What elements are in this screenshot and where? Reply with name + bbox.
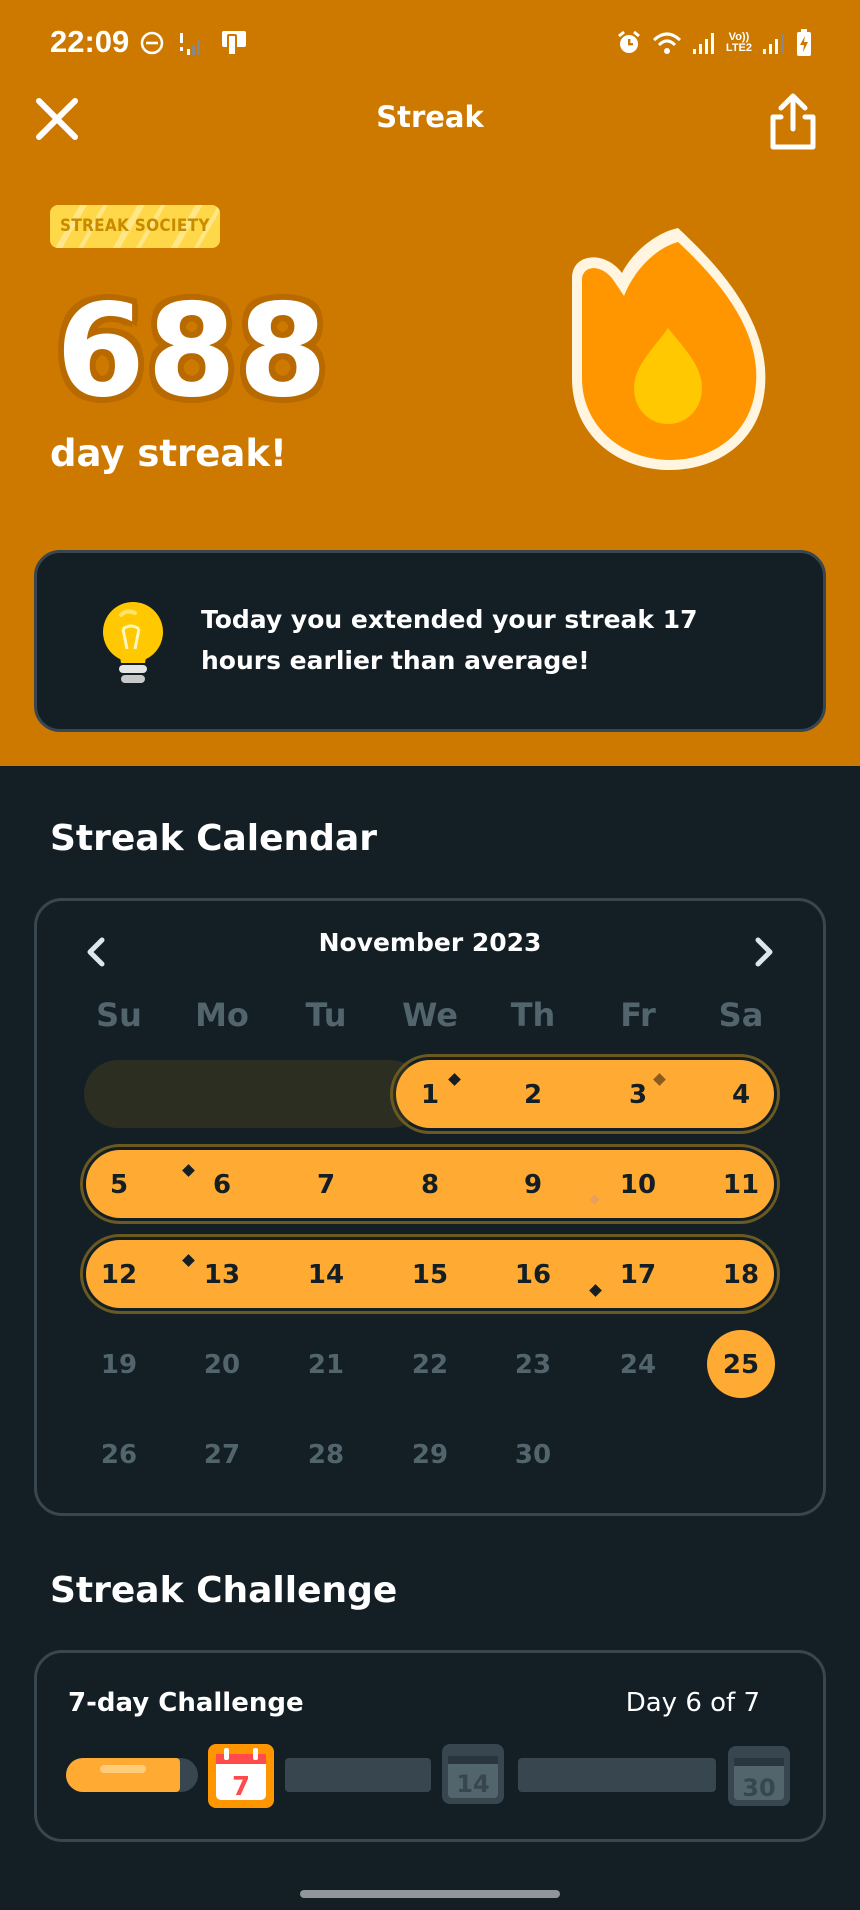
- calendar-day[interactable]: 20: [182, 1350, 262, 1380]
- calendar-day[interactable]: 23: [493, 1350, 573, 1380]
- calendar-day[interactable]: 29: [390, 1440, 470, 1470]
- calendar-day[interactable]: 3: [598, 1080, 678, 1110]
- calendar-day[interactable]: 24: [598, 1350, 678, 1380]
- calendar-day[interactable]: 6: [182, 1170, 262, 1200]
- calendar-day[interactable]: 10: [598, 1170, 678, 1200]
- milestone-label: 30: [742, 1774, 775, 1802]
- weekday-label: Tu: [305, 996, 347, 1034]
- calendar-day[interactable]: 14: [286, 1260, 366, 1290]
- calendar-day-today[interactable]: 25: [701, 1350, 781, 1380]
- alarm-icon: [617, 30, 640, 53]
- calendar-day[interactable]: 2: [493, 1080, 573, 1110]
- milestone-label: 14: [456, 1770, 489, 1798]
- calendar-empty-bar: [84, 1060, 424, 1128]
- calendar-day[interactable]: 7: [286, 1170, 366, 1200]
- calendar-day[interactable]: 15: [390, 1260, 470, 1290]
- challenge-progress-segment: [285, 1758, 431, 1792]
- calendar-day[interactable]: 17: [598, 1260, 678, 1290]
- challenge-progress-segment: [518, 1758, 716, 1792]
- weekday-label: Th: [510, 996, 556, 1034]
- calendar-day[interactable]: 4: [701, 1080, 781, 1110]
- flame-icon: [572, 228, 766, 470]
- calendar-day[interactable]: 13: [182, 1260, 262, 1290]
- calendar-day[interactable]: 8: [390, 1170, 470, 1200]
- calendar-day[interactable]: 28: [286, 1440, 366, 1470]
- calendar-day[interactable]: 11: [701, 1170, 781, 1200]
- do-not-disturb-icon: [140, 31, 164, 55]
- weekday-label: Mo: [195, 996, 249, 1034]
- no-signal-icon: [180, 33, 200, 55]
- share-icon: [770, 93, 816, 150]
- tip-text: Today you extended your streak 17 hours …: [201, 605, 698, 675]
- calendar-month: November 2023: [318, 928, 542, 957]
- signal-icon: [763, 33, 784, 54]
- calendar-day[interactable]: 19: [79, 1350, 159, 1380]
- calendar-day[interactable]: 12: [79, 1260, 159, 1290]
- calendar-day[interactable]: 30: [493, 1440, 573, 1470]
- status-bar: 22:09 Vo)) LTE2: [0, 0, 860, 86]
- calendar-milestone-icon: 7: [208, 1744, 274, 1808]
- home-indicator[interactable]: [300, 1890, 560, 1898]
- weekday-label: Su: [96, 996, 142, 1034]
- device-icon: [222, 31, 246, 56]
- progress-highlight: [100, 1765, 146, 1773]
- calendar-day[interactable]: 21: [286, 1350, 366, 1380]
- calendar-day[interactable]: 9: [493, 1170, 573, 1200]
- status-time: 22:09: [50, 24, 130, 59]
- calendar-milestone-icon: 14: [442, 1744, 504, 1804]
- weekday-label: Sa: [718, 996, 764, 1034]
- calendar-milestone-icon: 30: [728, 1746, 790, 1806]
- streak-label: day streak!: [50, 432, 287, 475]
- weekday-label: We: [402, 996, 458, 1034]
- signal-icon: [692, 33, 714, 54]
- page-title: Streak: [376, 100, 484, 134]
- challenge-progress-fill: [66, 1758, 180, 1792]
- tip-card: Today you extended your streak 17 hours …: [34, 550, 826, 732]
- streak-count: 688: [56, 277, 330, 426]
- calendar-day[interactable]: 16: [493, 1260, 573, 1290]
- battery-charging-icon: [797, 29, 811, 56]
- status-right-icons: Vo)) LTE2: [616, 26, 812, 60]
- streak-society-badge: STREAK SOCIETY: [50, 205, 220, 248]
- milestone-label: 7: [232, 1772, 250, 1802]
- calendar-day[interactable]: 22: [390, 1350, 470, 1380]
- calendar-next-button[interactable]: [742, 930, 786, 974]
- calendar-day[interactable]: 27: [182, 1440, 262, 1470]
- weekday-label: Fr: [620, 996, 656, 1034]
- lightbulb-icon: [103, 602, 163, 683]
- calendar-day[interactable]: 26: [79, 1440, 159, 1470]
- chevron-right-icon: [755, 937, 773, 967]
- challenge-section-title: Streak Challenge: [50, 1570, 398, 1611]
- calendar-day[interactable]: 1: [390, 1080, 470, 1110]
- calendar-section-title: Streak Calendar: [50, 818, 377, 859]
- status-left-icons: [140, 26, 250, 60]
- challenge-card[interactable]: [34, 1650, 826, 1842]
- calendar-day[interactable]: 18: [701, 1260, 781, 1290]
- wifi-icon: [652, 32, 681, 54]
- challenge-progress-text: Day 6 of 7: [625, 1688, 760, 1718]
- calendar-day[interactable]: 5: [79, 1170, 159, 1200]
- share-button[interactable]: [762, 88, 824, 156]
- challenge-title: 7-day Challenge: [68, 1688, 304, 1718]
- network-label: Vo)) LTE2: [725, 31, 752, 54]
